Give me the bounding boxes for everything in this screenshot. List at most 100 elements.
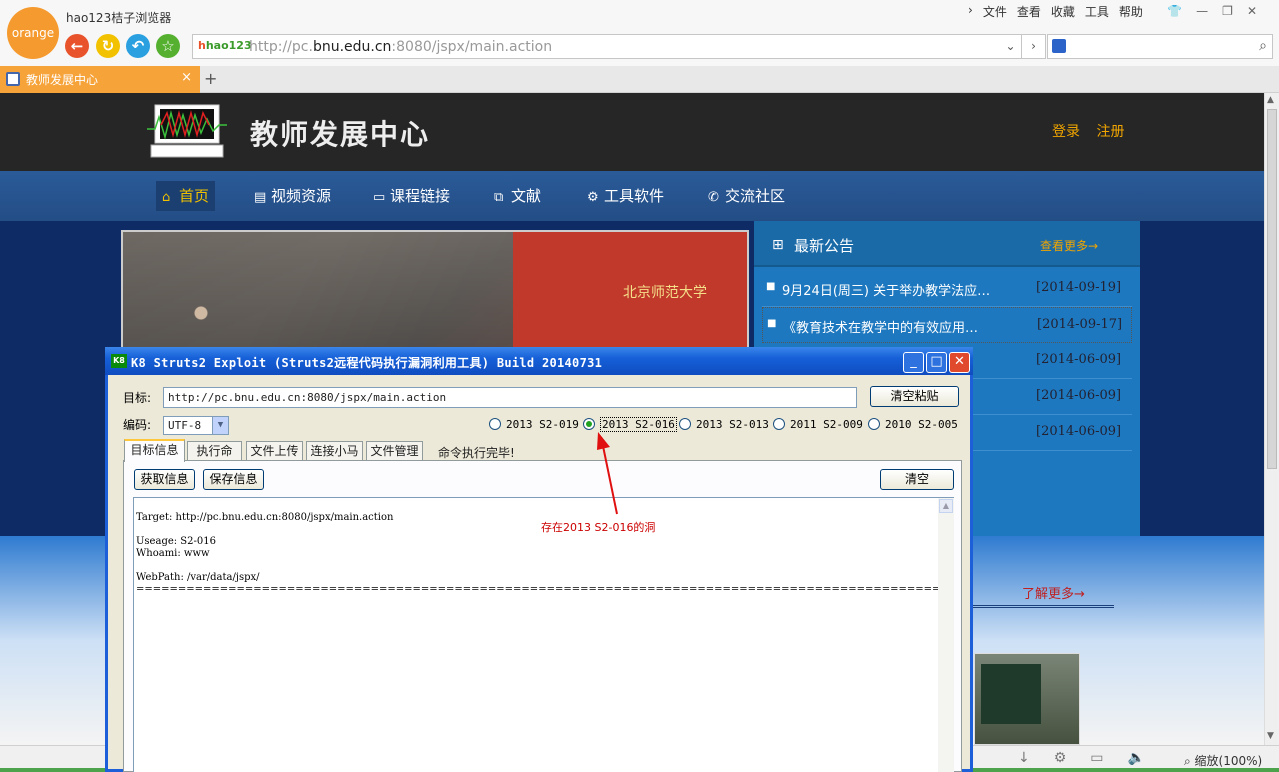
target-url-field[interactable]: http://pc.bnu.edu.cn:8080/jspx/main.acti… xyxy=(163,387,857,408)
minimize-icon[interactable]: _ xyxy=(903,352,924,373)
radio-s2-013[interactable]: 2013 S2-013 xyxy=(679,418,769,431)
banner-text: 北京师范大学 xyxy=(623,285,707,301)
menu-help[interactable]: 帮助 xyxy=(1119,3,1143,20)
divider xyxy=(970,605,1114,608)
tab-strip: 教师发展中心 × + xyxy=(0,66,1279,93)
notice-header: ⊞ 最新公告 查看更多→ xyxy=(754,221,1140,267)
volume-icon[interactable]: 🔈 xyxy=(1128,750,1145,766)
radio-s2-016[interactable]: 2013 S2-016 xyxy=(583,417,677,432)
close-window-icon[interactable]: ✕ xyxy=(1247,4,1257,18)
radio-s2-019[interactable]: 2013 S2-019 xyxy=(489,418,579,431)
menu-view[interactable]: 查看 xyxy=(1017,3,1041,20)
nav-courses[interactable]: ▭ 课程链接 xyxy=(367,181,456,211)
menu-file[interactable]: 文件 xyxy=(983,3,1007,20)
tab-connect-shell[interactable]: 连接小马 xyxy=(306,441,363,461)
tab-target-info[interactable]: 目标信息 xyxy=(124,439,185,462)
site-logo xyxy=(147,104,227,158)
address-bar[interactable]: hhao123 http://pc.bnu.edu.cn:8080/jspx/m… xyxy=(192,34,1044,59)
tab-label: 教师发展中心 xyxy=(26,73,99,87)
page-scrollbar[interactable]: ▲ ▼ xyxy=(1264,93,1279,745)
browser-logo[interactable]: orange xyxy=(7,7,59,59)
tab-active[interactable]: 教师发展中心 × xyxy=(0,66,200,93)
grid-icon: ⊞ xyxy=(772,237,784,253)
encoding-label: 编码: xyxy=(123,418,152,432)
search-icon[interactable]: ⌕ xyxy=(1259,38,1267,54)
register-link[interactable]: 注册 xyxy=(1096,124,1124,140)
output-scrollbar[interactable]: ▲ xyxy=(938,498,954,772)
undo-icon[interactable]: ↶ xyxy=(126,34,150,58)
settings-icon[interactable]: ⚙ xyxy=(1054,750,1067,766)
go-icon[interactable]: › xyxy=(1022,34,1046,59)
hao123-logo: hhao123 xyxy=(198,39,252,52)
annotation-text: 存在2013 S2-016的洞 xyxy=(541,521,656,534)
minimize-icon[interactable]: — xyxy=(1196,4,1208,18)
radio-s2-009[interactable]: 2011 S2-009 xyxy=(773,418,863,431)
browser-titlebar: orange hao123桔子浏览器 ← ↻ ↶ ☆ › 文件 查看 收藏 工具… xyxy=(0,0,1279,66)
radio-s2-005[interactable]: 2010 S2-005 xyxy=(868,418,958,431)
menu-favorites[interactable]: 收藏 xyxy=(1051,3,1075,20)
status-icons: ↓ ⚙ ▭ 🔈 xyxy=(1018,750,1145,766)
maximize-icon[interactable]: □ xyxy=(926,352,947,373)
nav-home[interactable]: ⌂ 首页 xyxy=(156,181,216,211)
classroom-photo[interactable] xyxy=(974,653,1080,745)
refresh-icon[interactable]: ↻ xyxy=(96,34,120,58)
zoom-level[interactable]: ⌕ 缩放(100%) xyxy=(1184,752,1262,769)
scroll-up-icon[interactable]: ▲ xyxy=(1267,95,1274,105)
login-link[interactable]: 登录 xyxy=(1052,124,1080,140)
download-icon[interactable]: ↓ xyxy=(1018,750,1030,766)
clear-paste-button[interactable]: 清空粘贴 xyxy=(870,386,959,407)
encoding-select[interactable]: UTF-8 ▼ xyxy=(163,416,229,435)
search-engine-icon[interactable] xyxy=(1052,39,1066,53)
save-info-button[interactable]: 保存信息 xyxy=(203,469,264,490)
output-textarea[interactable]: Target: http://pc.bnu.edu.cn:8080/jspx/m… xyxy=(133,497,954,772)
app-title: hao123桔子浏览器 xyxy=(66,11,172,25)
url-dropdown-icon[interactable]: ⌄ xyxy=(1000,34,1022,59)
menu-chevron-icon[interactable]: › xyxy=(968,3,973,20)
status-text: 命令执行完毕! xyxy=(438,446,515,460)
site-nav: ⌂ 首页 ▤ 视频资源 ▭ 课程链接 ⧉ 文献 ⚙ 工具软件 ✆ 交流社区 xyxy=(0,171,1264,221)
tab-panel: 获取信息 保存信息 清空 Target: http://pc.bnu.edu.c… xyxy=(123,460,962,772)
scroll-up-icon[interactable]: ▲ xyxy=(939,499,953,513)
site-title: 教师发展中心 xyxy=(250,118,431,151)
display-icon[interactable]: ▭ xyxy=(1090,750,1103,766)
chevron-down-icon[interactable]: ▼ xyxy=(212,417,228,434)
window-controls: 👕 — ❐ ✕ xyxy=(1167,4,1257,18)
monitor-icon: ▭ xyxy=(373,190,386,205)
star-icon[interactable]: ☆ xyxy=(156,34,180,58)
back-icon[interactable]: ← xyxy=(65,34,89,58)
tab-file-manager[interactable]: 文件管理 xyxy=(366,441,423,461)
app-icon: K8 xyxy=(111,354,127,368)
learn-more-link[interactable]: 了解更多→ xyxy=(1022,583,1085,602)
new-tab-button[interactable]: + xyxy=(204,69,217,88)
close-icon[interactable]: ✕ xyxy=(949,352,970,373)
nav-videos[interactable]: ▤ 视频资源 xyxy=(248,181,337,211)
target-label: 目标: xyxy=(123,391,152,405)
nav-literature[interactable]: ⧉ 文献 xyxy=(488,181,547,211)
notice-title: 最新公告 xyxy=(794,237,855,255)
notice-item[interactable]: ■ 9月24日(周三) 关于举办教学法应… [2014-09-19] xyxy=(762,271,1132,307)
skin-icon[interactable]: 👕 xyxy=(1167,4,1182,18)
menu-tools[interactable]: 工具 xyxy=(1085,3,1109,20)
tab-close-icon[interactable]: × xyxy=(181,70,192,85)
tab-exec-command[interactable]: 执行命令 xyxy=(187,441,242,476)
notice-item[interactable]: ■ 《教育技术在教学中的有效应用… [2014-09-17] xyxy=(762,307,1132,343)
dialog-titlebar[interactable]: K8 K8 Struts2 Exploit (Struts2远程代码执行漏洞利用… xyxy=(105,347,973,375)
notice-more-link[interactable]: 查看更多→ xyxy=(1040,237,1098,254)
search-input[interactable]: ⌕ xyxy=(1047,34,1273,59)
home-icon: ⌂ xyxy=(162,190,171,205)
nav-community[interactable]: ✆ 交流社区 xyxy=(702,181,791,211)
film-icon: ▤ xyxy=(254,190,267,205)
exploit-dialog: K8 K8 Struts2 Exploit (Struts2远程代码执行漏洞利用… xyxy=(105,347,973,772)
scroll-thumb[interactable] xyxy=(1267,109,1277,469)
documents-icon: ⧉ xyxy=(494,190,504,205)
menu-bar: › 文件 查看 收藏 工具 帮助 xyxy=(968,3,1143,20)
tab-file-upload[interactable]: 文件上传 xyxy=(246,441,303,461)
auth-links: 登录 注册 xyxy=(1052,121,1136,141)
maximize-icon[interactable]: ❐ xyxy=(1222,4,1233,18)
url-text[interactable]: http://pc.bnu.edu.cn:8080/jspx/main.acti… xyxy=(249,39,552,55)
clear-button[interactable]: 清空 xyxy=(880,469,954,490)
nav-tools[interactable]: ⚙ 工具软件 xyxy=(581,181,670,211)
dialog-title: K8 Struts2 Exploit (Struts2远程代码执行漏洞利用工具)… xyxy=(131,356,603,370)
scroll-down-icon[interactable]: ▼ xyxy=(1267,731,1274,741)
get-info-button[interactable]: 获取信息 xyxy=(134,469,195,490)
